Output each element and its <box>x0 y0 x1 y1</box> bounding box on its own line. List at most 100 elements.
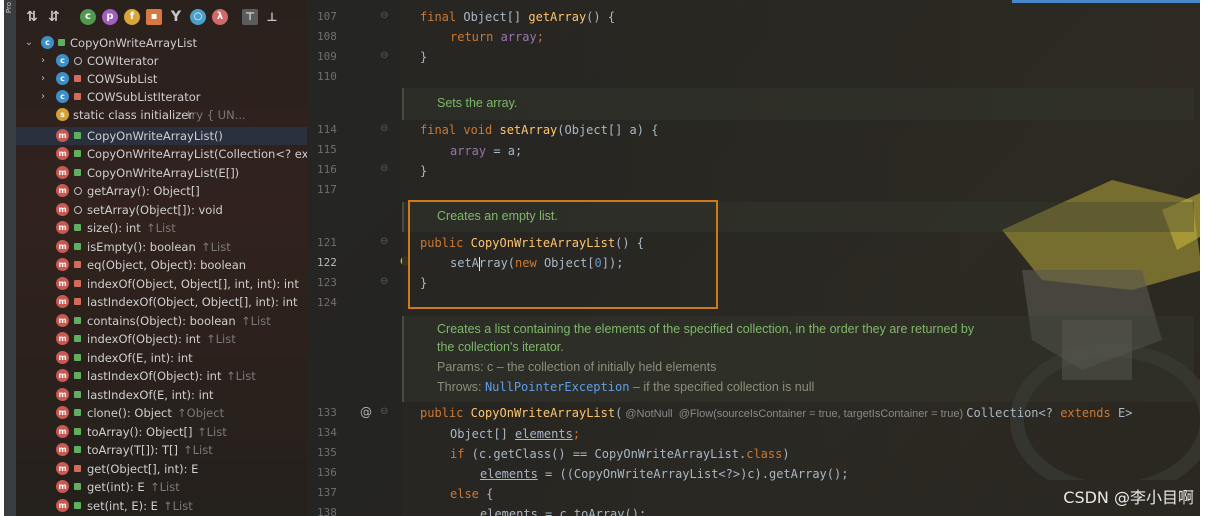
watermark: CSDN @李小目啊 <box>1063 488 1194 507</box>
line-number[interactable]: 133 <box>317 406 357 419</box>
class-icon: c <box>41 36 54 49</box>
tree-item-method[interactable]: m size(): int ↑List <box>16 219 307 237</box>
show-fields-icon[interactable]: f <box>124 9 140 25</box>
collapse-icon[interactable]: ⊥ <box>264 9 280 25</box>
chevron-right-icon[interactable]: › <box>38 88 48 106</box>
doc-throws-text: – if the specified collection is null <box>632 380 815 394</box>
code-line-108[interactable]: return array; <box>450 30 544 44</box>
fold-icon[interactable]: ⊖ <box>380 10 390 21</box>
expand-icon[interactable]: ⊤ <box>242 9 258 25</box>
annotation-marker-icon[interactable]: @ <box>360 405 372 419</box>
line-number[interactable]: 137 <box>317 486 357 499</box>
filter-icon[interactable]: Y <box>168 9 184 25</box>
line-number[interactable]: 134 <box>317 426 357 439</box>
code-line-136[interactable]: elements = ((CopyOnWriteArrayList<?>)c).… <box>480 467 848 481</box>
tree-item-method[interactable]: m contains(Object): boolean ↑List <box>16 312 307 330</box>
code-line-137[interactable]: else { <box>450 487 493 501</box>
line-number[interactable]: 121 <box>317 236 357 249</box>
code-editor[interactable]: final Object[] getArray() { return array… <box>402 0 1200 516</box>
line-number[interactable]: 110 <box>317 70 357 83</box>
show-inherited-icon[interactable]: c <box>80 9 96 25</box>
inherited-from: ↑List <box>146 221 176 235</box>
fold-icon[interactable]: ⊖ <box>380 123 390 134</box>
tree-item-method[interactable]: m isEmpty(): boolean ↑List <box>16 238 307 256</box>
sort-by-visibility-icon[interactable]: ⇅ <box>24 9 40 25</box>
tree-item-method[interactable]: m lastIndexOf(E, int): int <box>16 386 307 404</box>
public-icon <box>74 150 81 157</box>
sort-alphabetically-icon[interactable]: ⇵ <box>46 9 62 25</box>
code-line-107[interactable]: final Object[] getArray() { <box>420 10 615 24</box>
code-line-133[interactable]: public CopyOnWriteArrayList( @NotNull @F… <box>420 406 1132 420</box>
fold-icon[interactable]: ⊖ <box>380 236 390 247</box>
public-icon <box>74 446 81 453</box>
line-number[interactable]: 124 <box>317 296 357 309</box>
tree-item-method[interactable]: m set(int, E): E ↑List <box>16 497 307 515</box>
line-number[interactable]: 114 <box>317 123 357 136</box>
code-line-114[interactable]: final void setArray(Object[] a) { <box>420 123 658 137</box>
show-anonymous-icon[interactable]: λ <box>212 9 228 25</box>
tree-item-method[interactable]: m lastIndexOf(Object, Object[], int): int <box>16 293 307 311</box>
line-number[interactable]: 117 <box>317 183 357 196</box>
show-lambdas-icon[interactable]: ○ <box>190 9 206 25</box>
tree-item-method[interactable]: m indexOf(Object, Object[], int, int): in… <box>16 275 307 293</box>
public-icon <box>74 409 81 416</box>
tree-item-method[interactable]: m getArray(): Object[] <box>16 182 307 200</box>
tree-item-class[interactable]: › c COWSubList <box>16 70 307 88</box>
tree-item-class[interactable]: ⌄ c CopyOnWriteArrayList <box>16 34 307 52</box>
package-private-icon <box>74 57 82 65</box>
line-number[interactable]: 107 <box>317 10 357 23</box>
tree-item-label: lastIndexOf(Object): int <box>87 369 222 383</box>
show-non-public-icon[interactable]: ▪ <box>146 9 162 25</box>
line-number[interactable]: 116 <box>317 163 357 176</box>
line-number[interactable]: 115 <box>317 143 357 156</box>
tree-item-method[interactable]: m eq(Object, Object): boolean <box>16 256 307 274</box>
tree-item-method[interactable]: m CopyOnWriteArrayList() <box>16 126 307 145</box>
fold-icon[interactable]: ⊖ <box>380 276 390 287</box>
code-line-138[interactable]: elements = c.toArray(); <box>480 507 646 516</box>
doc-text: Sets the array. <box>437 96 518 110</box>
tree-item-method[interactable]: m indexOf(E, int): int <box>16 349 307 367</box>
show-properties-icon[interactable]: p <box>102 9 118 25</box>
tree-item-method[interactable]: m lastIndexOf(Object): int ↑List <box>16 367 307 385</box>
tree-item-label: get(Object[], int): E <box>87 461 199 476</box>
code-line-135[interactable]: if (c.getClass() == CopyOnWriteArrayList… <box>450 447 790 461</box>
tree-item-method[interactable]: m CopyOnWriteArrayList(Collection<? exte <box>16 145 307 163</box>
inherited-from: ↑List <box>241 313 271 328</box>
project-tool-label[interactable]: Pro <box>5 2 15 13</box>
tree-item-method[interactable]: m setArray(Object[]): void <box>16 201 307 219</box>
doc-exception-link[interactable]: NullPointerException <box>485 380 630 394</box>
chevron-right-icon[interactable]: › <box>38 52 48 70</box>
fold-icon[interactable]: ⊖ <box>380 406 390 417</box>
tree-item-method[interactable]: m indexOf(Object): int ↑List <box>16 330 307 348</box>
tree-item-method[interactable]: m toArray(T[]): T[] ↑List <box>16 441 307 459</box>
tree-item-method[interactable]: m clone(): Object ↑Object <box>16 404 307 422</box>
tree-item-label: getArray(): Object[] <box>87 184 200 198</box>
fold-icon[interactable]: ⊖ <box>380 163 390 174</box>
line-number[interactable]: 136 <box>317 466 357 479</box>
line-number[interactable]: 109 <box>317 50 357 63</box>
line-number[interactable]: 122 <box>317 256 357 269</box>
tree-item-label: CopyOnWriteArrayList() <box>87 128 223 143</box>
line-number[interactable]: 108 <box>317 30 357 43</box>
fold-icon[interactable]: ⊖ <box>380 50 390 61</box>
tree-item-label: set(int, E): E <box>87 498 158 513</box>
tree-item-method[interactable]: m get(Object[], int): E <box>16 460 307 478</box>
line-number[interactable]: 135 <box>317 446 357 459</box>
doc-text: Creates a list containing the elements o… <box>437 322 975 336</box>
tree-item-class[interactable]: › c COWIterator <box>16 52 307 70</box>
line-number[interactable]: 123 <box>317 276 357 289</box>
chevron-right-icon[interactable]: › <box>38 70 48 88</box>
line-number[interactable]: 138 <box>317 506 357 516</box>
tree-item-method[interactable]: m get(int): E ↑List <box>16 478 307 496</box>
tree-item-method[interactable]: m CopyOnWriteArrayList(E[]) <box>16 164 307 182</box>
tree-item-method[interactable]: m toArray(): Object[] ↑List <box>16 423 307 441</box>
tree-item-class[interactable]: › c COWSubListIterator <box>16 88 307 106</box>
code-line-109[interactable]: } <box>420 50 427 64</box>
code-line-115[interactable]: array = a; <box>450 144 522 158</box>
highlight-box <box>408 200 718 309</box>
tree-item-initializer[interactable]: s static class initializer try { UN... <box>16 106 307 124</box>
project-tool-strip[interactable]: Pro <box>4 0 16 516</box>
code-line-134[interactable]: Object[] elements; <box>450 427 580 441</box>
chevron-down-icon[interactable]: ⌄ <box>24 34 34 52</box>
code-line-116[interactable]: } <box>420 164 427 178</box>
